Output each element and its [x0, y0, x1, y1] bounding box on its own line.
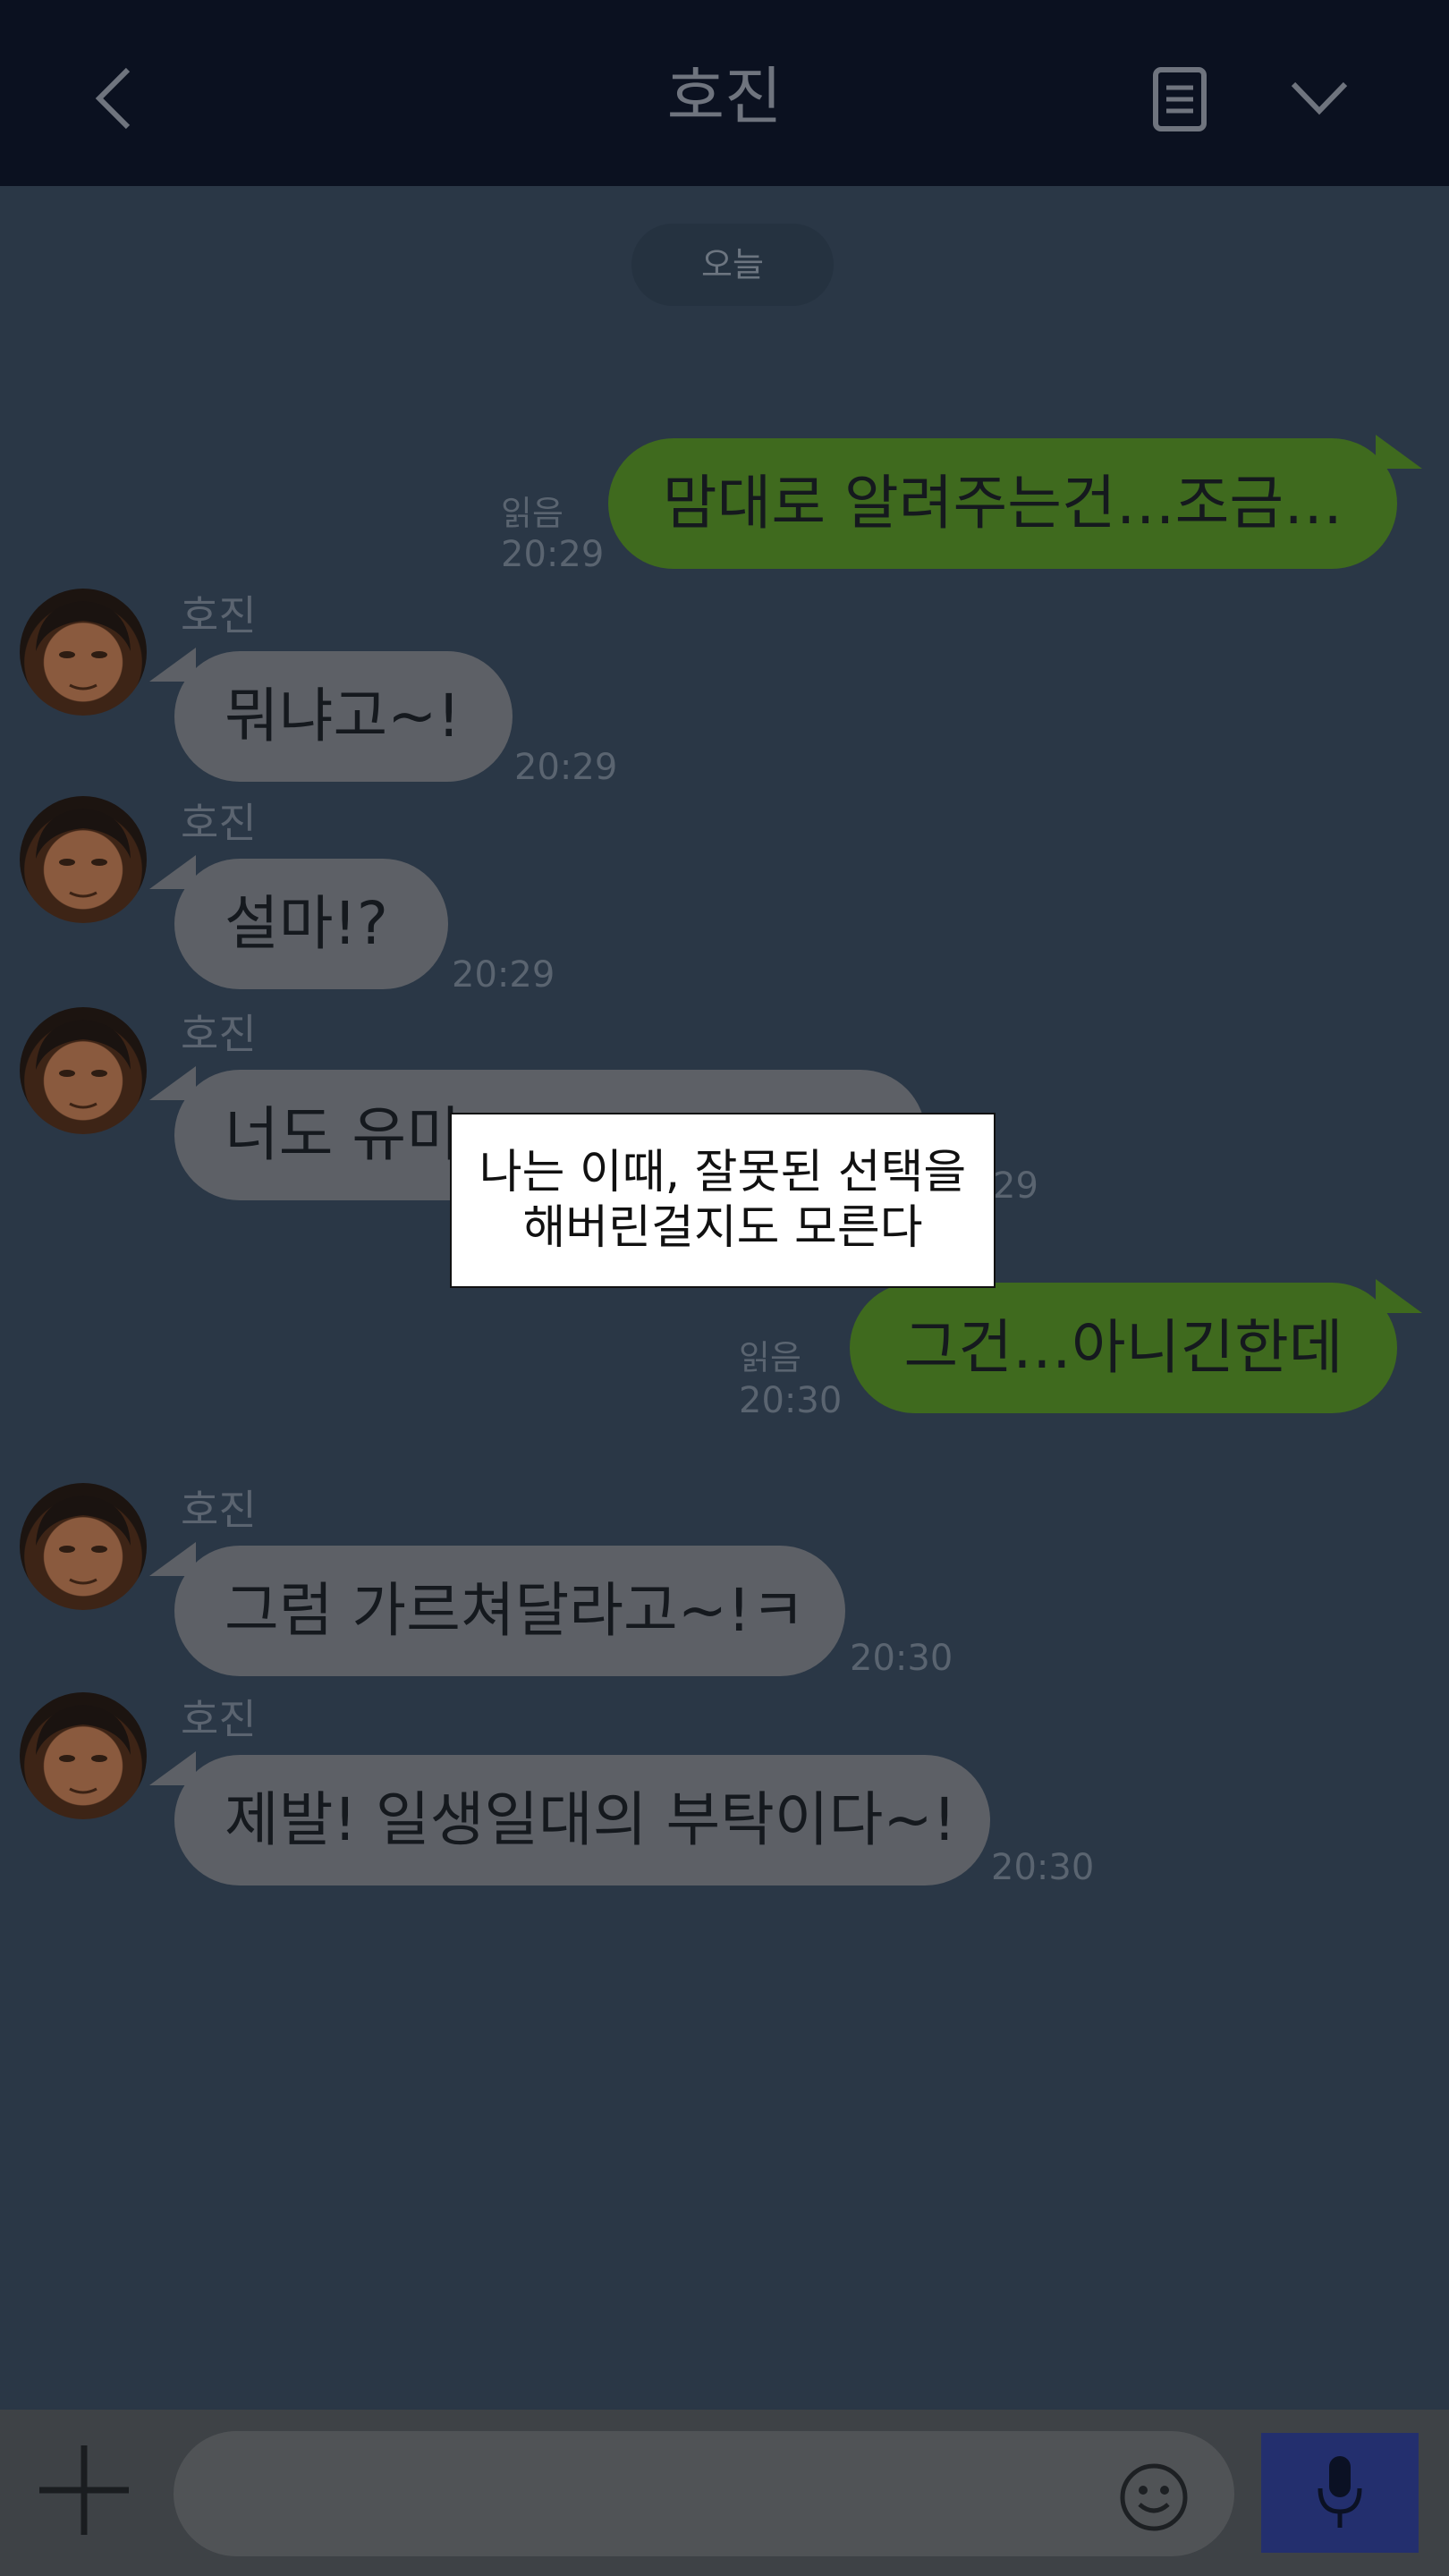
avatar[interactable] — [20, 1007, 147, 1134]
message-input[interactable] — [174, 2431, 1234, 2556]
read-receipt: 읽음 — [501, 494, 564, 533]
message-time: 20:29 — [514, 747, 618, 788]
incoming-message-bubble[interactable]: 제발! 일생일대의 부탁이다~! — [149, 1751, 990, 1885]
caption-line: 나는 이때, 잘못된 선택을 — [479, 1146, 967, 1199]
message-time: 20:30 — [850, 1638, 953, 1679]
sender-name: 호진 — [181, 591, 257, 640]
incoming-message-bubble[interactable]: 설마!? — [149, 855, 448, 989]
sender-name: 호진 — [181, 1486, 257, 1534]
outgoing-message-bubble[interactable]: 그건…아니긴한데 — [850, 1279, 1422, 1413]
sender-name: 호진 — [181, 799, 257, 847]
voice-button[interactable] — [1261, 2433, 1419, 2553]
message-time: 29 — [993, 1165, 1038, 1207]
avatar[interactable] — [20, 1483, 147, 1610]
smiley-icon[interactable] — [1118, 2462, 1190, 2533]
date-separator: 오늘 — [631, 224, 834, 306]
narration-caption: 나는 이때, 잘못된 선택을 해버린걸지도 모른다 — [450, 1113, 996, 1288]
incoming-message-bubble[interactable]: 뭐냐고~! — [149, 648, 513, 782]
message-time: 20:29 — [501, 534, 605, 575]
avatar[interactable] — [20, 589, 147, 716]
message-time: 20:30 — [991, 1847, 1095, 1888]
avatar[interactable] — [20, 1692, 147, 1819]
chat-header: 호진 — [0, 0, 1449, 186]
incoming-message-bubble[interactable]: 그럼 가르쳐달라고~!ㅋ — [149, 1542, 845, 1676]
caption-line: 해버린걸지도 모른다 — [522, 1201, 923, 1255]
sender-name: 호진 — [181, 1010, 257, 1058]
sender-name: 호진 — [181, 1695, 257, 1743]
chevron-down-icon[interactable] — [1288, 72, 1351, 125]
read-receipt: 읽음 — [739, 1338, 801, 1377]
message-time: 20:30 — [739, 1380, 843, 1421]
outgoing-message-bubble[interactable]: 맘대로 알려주는건…조금… — [608, 435, 1422, 569]
avatar[interactable] — [20, 796, 147, 923]
plus-icon[interactable] — [34, 2440, 134, 2540]
chat-title: 호진 — [666, 60, 783, 133]
message-time: 20:29 — [452, 954, 555, 996]
document-icon[interactable] — [1147, 64, 1213, 134]
microphone-icon — [1318, 2456, 1362, 2528]
